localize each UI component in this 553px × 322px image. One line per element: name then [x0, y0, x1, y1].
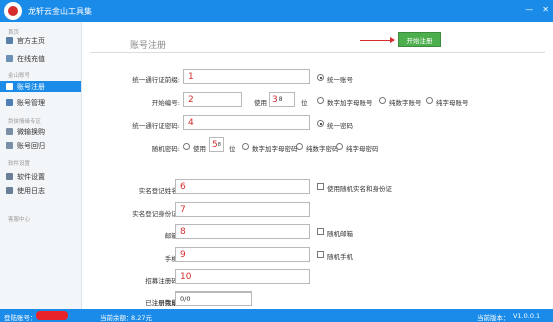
- arrow-annotation: [360, 37, 395, 43]
- redacted-account-mark: [36, 311, 68, 320]
- alpha-account-radio[interactable]: [426, 97, 433, 104]
- sidebar-item-logs[interactable]: 使用日志: [0, 185, 81, 196]
- sidebar-section-settings: 软件设置: [8, 161, 31, 167]
- random-digits-value: 8: [217, 141, 221, 148]
- title-bar: 龙轩云金山工具集 — ✕: [0, 0, 553, 22]
- phone-label: 手机:: [164, 255, 180, 263]
- random-email-label: 随机邮箱: [327, 230, 353, 238]
- digits-input[interactable]: 3 8: [269, 92, 295, 107]
- alpha-password-label: 纯字母密码: [346, 145, 379, 153]
- unified-password-label: 统一密码: [327, 122, 353, 130]
- alpha-password-radio[interactable]: [336, 143, 343, 150]
- balance-label: 当前余额：: [100, 314, 133, 322]
- window-controls: — ✕: [525, 6, 549, 14]
- unified-password-radio[interactable]: [317, 120, 324, 127]
- reg-done-input: 0/0: [175, 292, 252, 306]
- alnum-account-label: 数字加字母账号: [327, 99, 373, 107]
- real-name-field[interactable]: 6: [175, 179, 310, 194]
- list-icon: [6, 99, 13, 106]
- unified-account-label: 统一账号: [327, 76, 353, 84]
- email-input[interactable]: 8: [175, 224, 310, 239]
- alpha-account-label: 纯字母账号: [436, 99, 469, 107]
- sidebar-item-label: 账号回归: [17, 141, 45, 150]
- main-panel: 账号注册 开始注册 统一通行证前缀: 1 统一账号 开始编号: 2 使用 3 8…: [82, 22, 553, 309]
- unified-account-radio[interactable]: [317, 74, 324, 81]
- version-label: 当前版本：: [477, 314, 510, 322]
- password-label: 统一通行证密码:: [132, 122, 180, 130]
- alnum-password-label: 数字加字母密码: [252, 145, 298, 153]
- app-logo-icon: [4, 2, 22, 20]
- numeric-password-label: 纯数字密码: [306, 145, 339, 153]
- sidebar-section-account: 金山账号: [8, 73, 31, 79]
- sidebar-item-label: 账号管理: [17, 98, 45, 107]
- random-phone-checkbox[interactable]: [317, 251, 324, 258]
- real-name-label: 实名登记姓名:: [138, 187, 180, 195]
- sidebar-item-settings[interactable]: 软件设置: [0, 171, 81, 182]
- log-icon: [6, 187, 13, 194]
- home-icon: [6, 37, 13, 44]
- reg-done-label: 已注册完成:: [145, 299, 180, 307]
- random-phone-label: 随机手机: [327, 253, 353, 261]
- numeric-password-radio[interactable]: [296, 143, 303, 150]
- sidebar-section-support: 客服中心: [8, 217, 31, 223]
- start-register-button[interactable]: 开始注册: [398, 32, 441, 47]
- random-email-checkbox[interactable]: [317, 228, 324, 235]
- start-no-input[interactable]: 2: [183, 92, 242, 107]
- invite-code-label: 招募注册码:: [145, 277, 180, 285]
- recharge-icon: [6, 55, 13, 62]
- sidebar-item-exchange[interactable]: 微输换购: [0, 126, 81, 137]
- sidebar-item-label: 微输换购: [17, 127, 45, 136]
- version-value: V1.0.0.1: [513, 312, 541, 320]
- status-bar: 登陆账号： 当前余额： 8.27元 当前版本： V1.0.0.1: [0, 309, 553, 322]
- random-identity-label: 使用随机实名和身份证: [327, 185, 392, 193]
- sidebar-item-label: 在线充值: [17, 54, 45, 63]
- digits-unit: 位: [301, 99, 308, 107]
- close-icon[interactable]: ✕: [542, 6, 549, 14]
- user-add-icon: [6, 83, 13, 90]
- digits-value: 8: [278, 96, 283, 103]
- digits-annotation: 3: [272, 94, 278, 105]
- id-card-input[interactable]: 7: [175, 202, 310, 217]
- title-divider: [90, 52, 545, 53]
- email-label: 邮箱:: [164, 232, 180, 240]
- random-digits-unit: 位: [229, 145, 236, 153]
- page-title: 账号注册: [130, 41, 167, 51]
- sidebar-section-jx: 剑侠情缘专区: [8, 119, 42, 125]
- sidebar: 首页 官方主页 在线充值 金山账号 账号注册 账号管理 剑侠情缘专区 微输换购 …: [0, 22, 82, 309]
- random-identity-checkbox[interactable]: [317, 183, 324, 190]
- sidebar-item-label: 账号注册: [17, 82, 45, 91]
- phone-input[interactable]: 9: [175, 247, 310, 262]
- invite-code-input[interactable]: 10: [175, 269, 310, 284]
- app-title: 龙轩云金山工具集: [28, 7, 92, 16]
- random-password-label: 随机密码:: [151, 145, 180, 153]
- sidebar-item-return[interactable]: 账号回归: [0, 140, 81, 151]
- return-icon: [6, 142, 13, 149]
- use-label: 使用: [254, 99, 267, 107]
- gear-icon: [6, 173, 13, 180]
- numeric-account-label: 纯数字账号: [389, 99, 422, 107]
- prefix-label: 统一通行证前缀:: [132, 76, 180, 84]
- login-account-label: 登陆账号：: [4, 314, 37, 322]
- sidebar-item-official-home[interactable]: 官方主页: [0, 35, 81, 46]
- sidebar-item-recharge[interactable]: 在线充值: [0, 53, 81, 64]
- random-digits-input[interactable]: 5 8: [209, 137, 224, 152]
- sidebar-item-label: 官方主页: [17, 36, 45, 45]
- numeric-account-radio[interactable]: [379, 97, 386, 104]
- sidebar-item-label: 使用日志: [17, 186, 45, 195]
- sidebar-item-account-manage[interactable]: 账号管理: [0, 97, 81, 108]
- exchange-icon: [6, 128, 13, 135]
- minimize-icon[interactable]: —: [525, 6, 533, 14]
- alnum-account-radio[interactable]: [317, 97, 324, 104]
- alnum-password-radio[interactable]: [242, 143, 249, 150]
- sidebar-item-label: 软件设置: [17, 172, 45, 181]
- id-card-label: 实名登记身份证:: [132, 210, 180, 218]
- password-input[interactable]: 4: [183, 115, 310, 130]
- random-use-label: 使用: [193, 145, 206, 153]
- prefix-input[interactable]: 1: [183, 69, 310, 84]
- start-no-label: 开始编号:: [151, 99, 180, 107]
- sidebar-item-register[interactable]: 账号注册: [0, 81, 81, 92]
- random-password-radio[interactable]: [183, 143, 190, 150]
- balance-value: 8.27元: [131, 314, 152, 322]
